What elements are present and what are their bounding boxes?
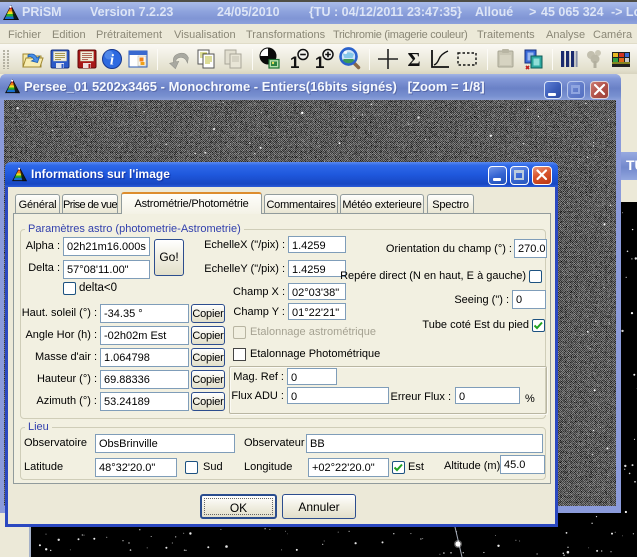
svg-text:Σ: Σ [407, 49, 420, 71]
